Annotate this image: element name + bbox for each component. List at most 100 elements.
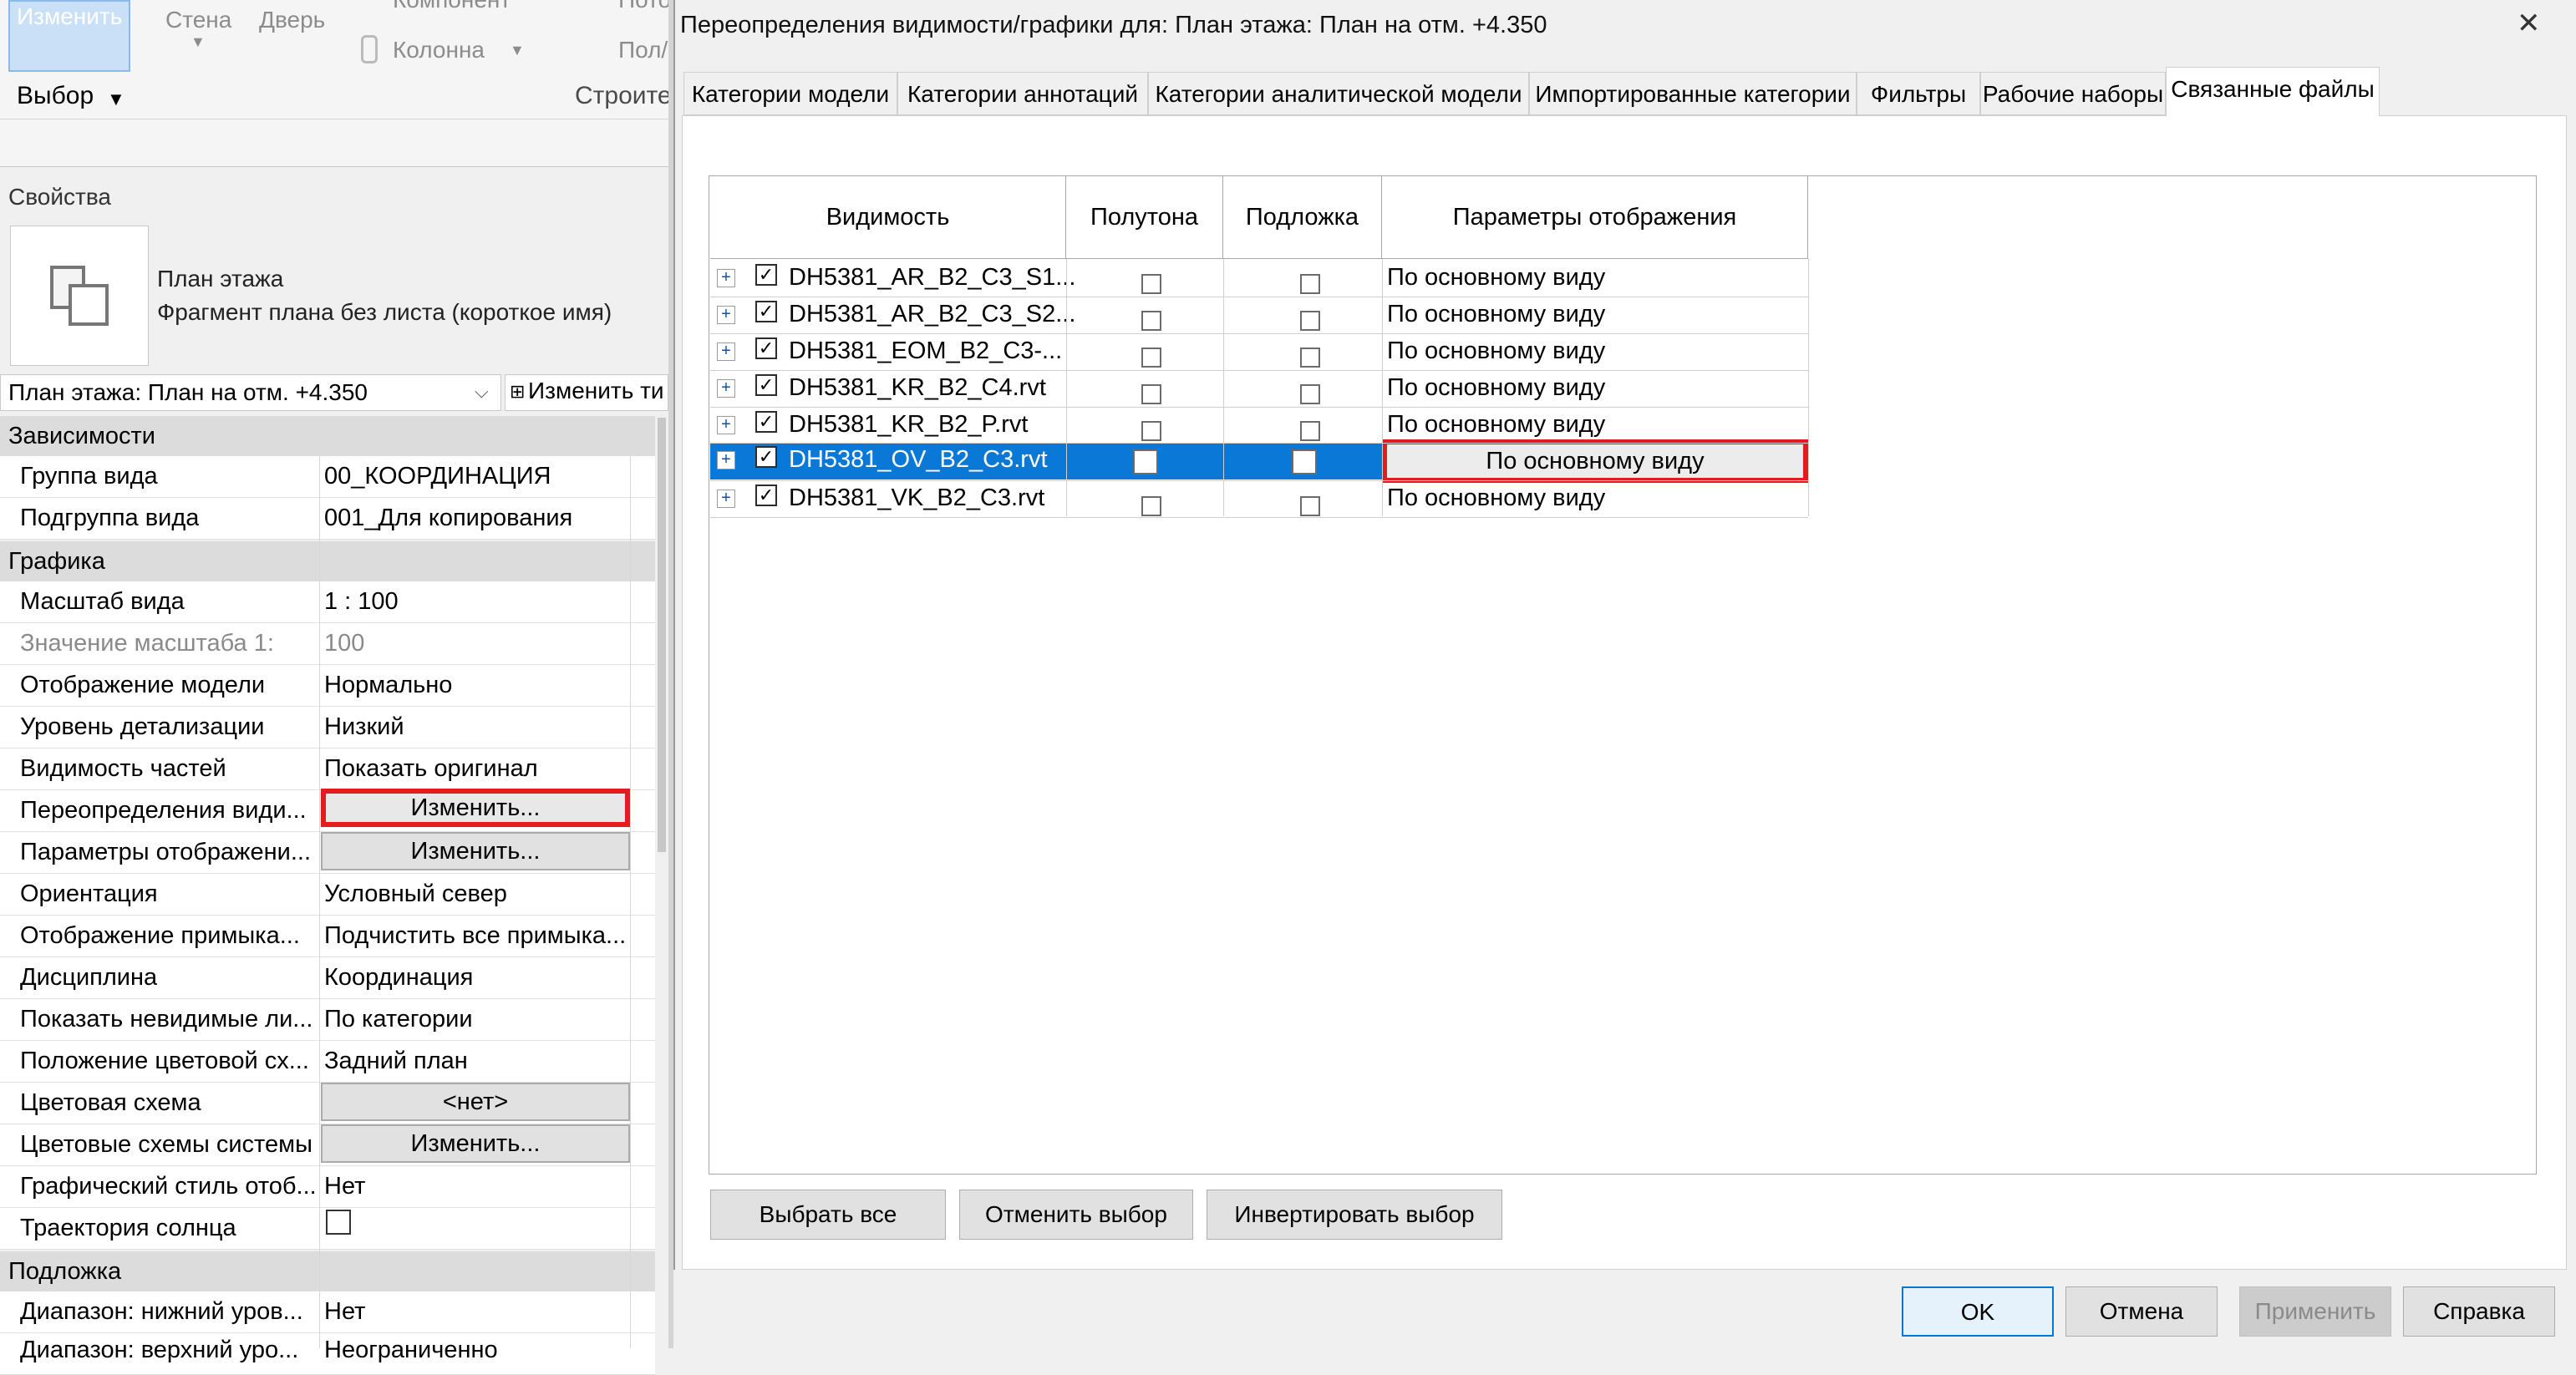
- prop-label: Диапазон: нижний уров...: [20, 1298, 303, 1325]
- display-settings-cell[interactable]: По основному виду: [1387, 301, 1605, 328]
- system-color-schemes-button[interactable]: Изменить...: [321, 1124, 630, 1163]
- display-settings-cell[interactable]: По основному виду: [1387, 374, 1605, 402]
- vg-overrides-edit-button[interactable]: Изменить...: [321, 789, 630, 827]
- roof-button[interactable]: Пото: [618, 0, 671, 13]
- visibility-checkbox[interactable]: ✓: [755, 301, 777, 322]
- close-icon[interactable]: ✕: [2517, 7, 2541, 40]
- halftone-checkbox[interactable]: [1141, 348, 1161, 368]
- door-button[interactable]: Дверь: [259, 7, 325, 33]
- expand-icon[interactable]: +: [717, 490, 735, 508]
- underlay-checkbox[interactable]: [1300, 348, 1320, 368]
- tab-imported-categories[interactable]: Импортированные категории: [1529, 72, 1857, 115]
- prop-value[interactable]: Координация: [324, 964, 473, 992]
- expand-icon[interactable]: +: [717, 379, 735, 398]
- component-button[interactable]: Компонент: [393, 0, 511, 13]
- expand-icon[interactable]: +: [717, 269, 735, 287]
- visibility-checkbox[interactable]: ✓: [755, 411, 777, 433]
- cancel-button[interactable]: Отмена: [2065, 1286, 2218, 1337]
- visibility-checkbox[interactable]: ✓: [755, 374, 777, 396]
- visibility-checkbox[interactable]: ✓: [755, 264, 777, 286]
- prop-value[interactable]: Неограниченно: [324, 1337, 498, 1364]
- display-settings-cell[interactable]: По основному виду: [1387, 485, 1605, 512]
- grid-line: [1382, 259, 1383, 516]
- tab-model-categories[interactable]: Категории модели: [683, 72, 897, 115]
- prop-value[interactable]: По категории: [324, 1006, 473, 1033]
- prop-value[interactable]: Нет: [324, 1173, 365, 1200]
- section-graphics[interactable]: Графика: [0, 541, 655, 581]
- prop-value[interactable]: Нормально: [324, 672, 452, 699]
- underlay-checkbox[interactable]: [1300, 384, 1320, 404]
- section-dependencies[interactable]: Зависимости: [0, 416, 655, 456]
- halftone-checkbox[interactable]: [1133, 449, 1158, 474]
- visibility-checkbox[interactable]: ✓: [755, 337, 777, 359]
- prop-value[interactable]: Низкий: [324, 713, 404, 741]
- expand-icon[interactable]: +: [717, 342, 735, 361]
- invert-selection-button[interactable]: Инвертировать выбор: [1207, 1190, 1502, 1240]
- underlay-checkbox[interactable]: [1300, 311, 1320, 331]
- column-header-underlay[interactable]: Подложка: [1223, 175, 1382, 259]
- expand-icon[interactable]: +: [717, 416, 735, 434]
- tab-worksets[interactable]: Рабочие наборы: [1980, 72, 2166, 115]
- tab-annotation-categories[interactable]: Категории аннотаций: [897, 72, 1148, 115]
- prop-value[interactable]: Задний план: [324, 1048, 468, 1075]
- select-all-button[interactable]: Выбрать все: [710, 1190, 946, 1240]
- prop-label: Цветовые схемы системы: [20, 1131, 312, 1158]
- link-name: DH5381_KR_B2_P.rvt: [789, 411, 1029, 438]
- visibility-checkbox[interactable]: ✓: [755, 446, 777, 468]
- prop-value[interactable]: Показать оригинал: [324, 755, 538, 783]
- display-options-edit-button[interactable]: Изменить...: [321, 832, 630, 870]
- chevron-down-icon[interactable]: ▼: [510, 42, 525, 59]
- select-menu[interactable]: Выбор: [17, 82, 94, 110]
- column-header-halftone[interactable]: Полутона: [1066, 175, 1223, 259]
- display-settings-cell[interactable]: По основному виду: [1387, 411, 1605, 439]
- grid-line: [1808, 259, 1809, 516]
- halftone-checkbox[interactable]: [1141, 421, 1161, 441]
- halftone-checkbox[interactable]: [1141, 384, 1161, 404]
- underlay-checkbox[interactable]: [1292, 449, 1317, 474]
- help-button[interactable]: Справка: [2403, 1286, 2555, 1337]
- prop-value[interactable]: Условный север: [324, 880, 507, 908]
- tab-filters[interactable]: Фильтры: [1857, 72, 1980, 115]
- display-settings-button[interactable]: По основному виду: [1382, 439, 1808, 483]
- sun-path-checkbox[interactable]: [326, 1210, 351, 1235]
- column-button[interactable]: Колонна: [393, 37, 485, 63]
- prop-label: Масштаб вида: [20, 588, 185, 615]
- halftone-checkbox[interactable]: [1141, 274, 1161, 294]
- prop-value[interactable]: 00_КООРДИНАЦИЯ: [324, 463, 551, 490]
- prop-value[interactable]: 001_Для копирования: [324, 505, 572, 532]
- halftone-checkbox[interactable]: [1141, 311, 1161, 331]
- halftone-checkbox[interactable]: [1141, 496, 1161, 516]
- link-name: DH5381_VK_B2_C3.rvt: [789, 485, 1045, 511]
- visibility-checkbox[interactable]: ✓: [755, 485, 777, 506]
- tab-linked-files[interactable]: Связанные файлы: [2166, 67, 2380, 117]
- prop-label: Группа вида: [20, 463, 158, 490]
- wall-button[interactable]: Стена: [165, 7, 231, 33]
- expand-icon[interactable]: +: [717, 306, 735, 324]
- floor-plan-icon-front: [69, 284, 109, 326]
- select-none-button[interactable]: Отменить выбор: [959, 1190, 1193, 1240]
- column-header-visibility[interactable]: Видимость: [710, 175, 1066, 259]
- underlay-checkbox[interactable]: [1300, 496, 1320, 516]
- display-settings-cell[interactable]: По основному виду: [1387, 264, 1605, 292]
- apply-button[interactable]: Применить: [2239, 1286, 2391, 1337]
- chevron-down-icon[interactable]: ▼: [191, 33, 206, 51]
- underlay-checkbox[interactable]: [1300, 421, 1320, 441]
- floor-button[interactable]: Пол/: [618, 37, 668, 63]
- scrollbar-thumb[interactable]: [658, 418, 666, 852]
- prop-label: Траектория солнца: [20, 1215, 236, 1241]
- ok-button[interactable]: OK: [1902, 1286, 2054, 1337]
- chevron-down-icon[interactable]: ▼: [107, 89, 125, 110]
- expand-icon[interactable]: +: [717, 451, 735, 469]
- section-underlay[interactable]: Подложка: [0, 1251, 655, 1291]
- column-header-display-settings[interactable]: Параметры отображения: [1382, 175, 1808, 259]
- chevron-down-icon[interactable]: ⌵: [475, 381, 489, 403]
- prop-value[interactable]: Подчистить все примыка...: [324, 922, 626, 950]
- underlay-checkbox[interactable]: [1300, 274, 1320, 294]
- tab-analytical-categories[interactable]: Категории аналитической модели: [1148, 72, 1529, 115]
- display-settings-cell[interactable]: По основному виду: [1387, 337, 1605, 365]
- grid-line: [710, 443, 1808, 444]
- prop-label: Диапазон: верхний уро...: [20, 1337, 299, 1363]
- prop-value[interactable]: Нет: [324, 1298, 365, 1326]
- color-scheme-button[interactable]: <нет>: [321, 1083, 630, 1121]
- prop-value[interactable]: 1 : 100: [324, 588, 399, 616]
